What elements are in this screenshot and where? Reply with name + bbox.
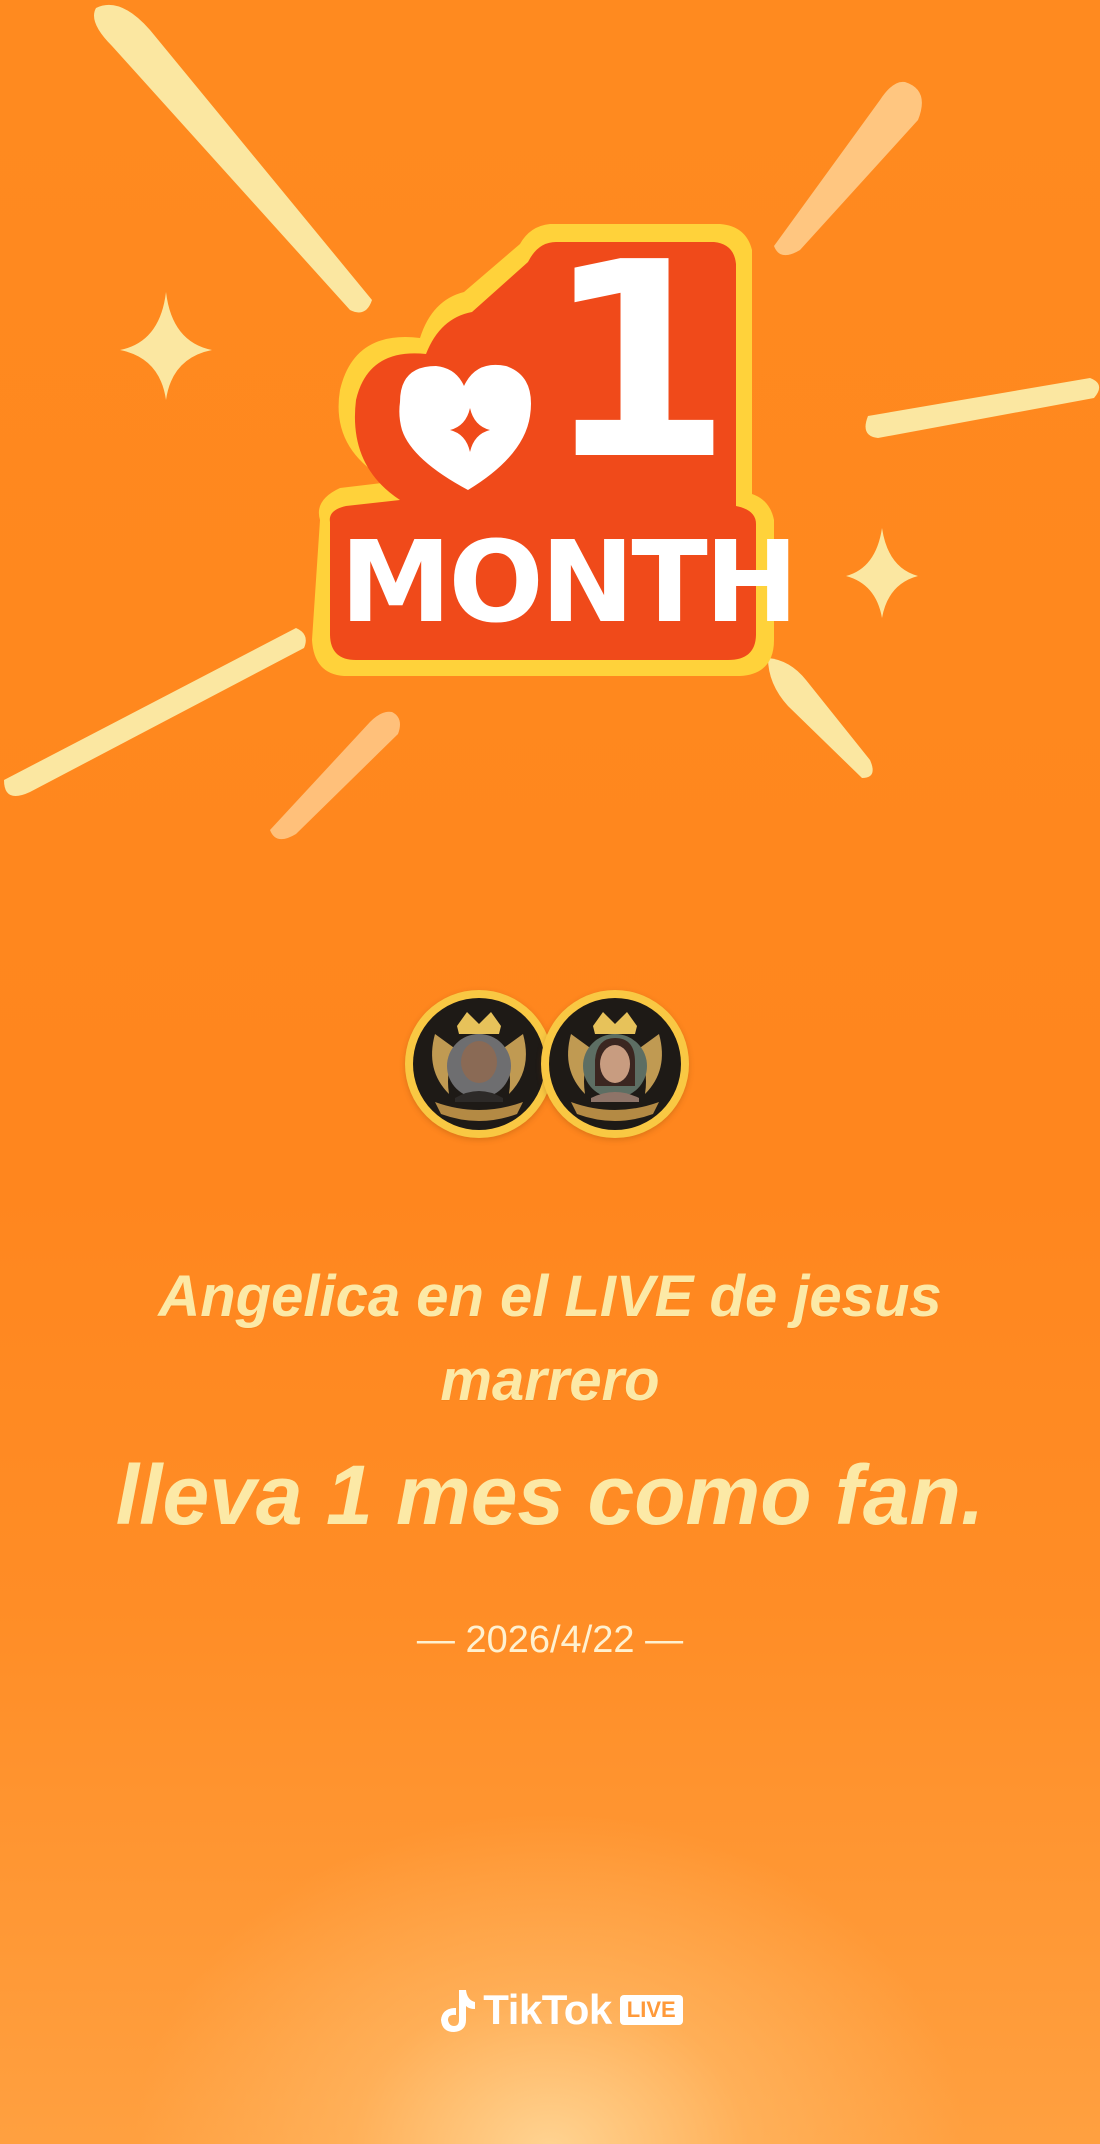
ray-left (4, 628, 306, 796)
sparkle-right-icon (846, 528, 918, 618)
live-tag: LIVE (619, 1995, 683, 2025)
brand-name: TikTok (483, 1986, 612, 2033)
tiktok-note-icon (441, 1990, 476, 2032)
ray-lower-left (270, 711, 400, 840)
badge-number: 1 (544, 204, 732, 519)
ray-top-right (774, 81, 922, 256)
badge-word: MONTH (340, 518, 799, 648)
fan-message-subtitle: lleva 1 mes como fan. (115, 1448, 985, 1542)
fan-message-title: Angelica en el LIVE de jesus marrero (158, 1264, 942, 1413)
fan-avatars (405, 990, 695, 1150)
milestone-date: — 2026/4/22 — (416, 1619, 684, 1661)
ray-right (865, 378, 1100, 438)
avatar-fan[interactable] (541, 990, 689, 1138)
tiktok-live-logo: TikTok LIVE (410, 1980, 710, 2040)
sparkle-left-icon (120, 292, 212, 400)
avatar-host[interactable] (405, 990, 553, 1138)
